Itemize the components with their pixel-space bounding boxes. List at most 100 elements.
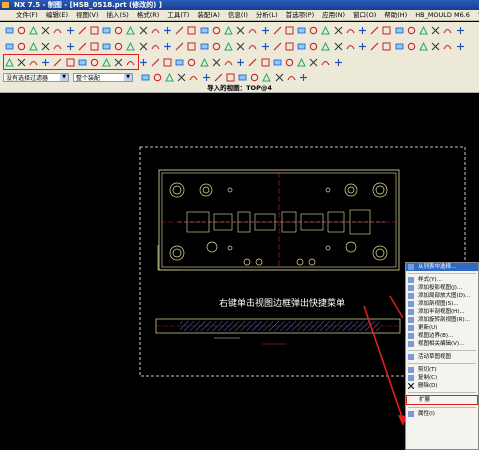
snap-point-icon[interactable] — [177, 73, 186, 82]
toolbar-tool-icon[interactable] — [78, 42, 87, 51]
toolbar-tool-icon[interactable] — [261, 42, 270, 51]
menu-item[interactable]: 工具(T) — [163, 10, 193, 21]
snap-point-icon[interactable] — [238, 73, 247, 82]
menu-item[interactable]: 窗口(O) — [349, 10, 380, 21]
toolbar-tool-icon[interactable] — [66, 42, 75, 51]
toolbar-tool-icon[interactable] — [224, 58, 233, 67]
toolbar-tool-icon[interactable] — [5, 42, 14, 51]
context-menu-item[interactable]: 视图相关编辑(V)... — [406, 340, 478, 348]
snap-point-icon[interactable] — [299, 73, 308, 82]
toolbar-tool-icon[interactable] — [382, 42, 391, 51]
toolbar-tool-icon[interactable] — [334, 58, 343, 67]
toolbar-tool-icon[interactable] — [261, 58, 270, 67]
toolbar-tool-icon[interactable] — [297, 58, 306, 67]
toolbar-tool-icon[interactable] — [358, 26, 367, 35]
toolbar-tool-icon[interactable] — [309, 26, 318, 35]
toolbar-tool-icon[interactable] — [41, 26, 50, 35]
toolbar-tool-icon[interactable] — [273, 26, 282, 35]
toolbar-tool-icon[interactable] — [151, 58, 160, 67]
toolbar-tool-icon[interactable] — [126, 41, 136, 51]
toolbar-tool-icon[interactable] — [309, 42, 318, 51]
toolbar-tool-icon[interactable] — [273, 58, 282, 67]
toolbar-tool-icon[interactable] — [309, 58, 318, 67]
snap-point-icon[interactable] — [226, 73, 235, 82]
menu-item[interactable]: 应用(N) — [318, 10, 349, 21]
snap-point-icon[interactable] — [262, 73, 272, 82]
assembly-select[interactable]: 整个装配 ▼ — [73, 73, 133, 82]
menu-item[interactable]: 插入(S) — [103, 10, 133, 21]
menu-item[interactable]: 装配(A) — [193, 10, 224, 21]
context-menu-item[interactable]: 视图边界(B)... — [406, 332, 478, 340]
toolbar-tool-icon[interactable] — [431, 42, 440, 51]
toolbar-tool-icon[interactable] — [297, 42, 306, 51]
context-menu-item[interactable]: 添加局部放大图(D)... — [406, 292, 478, 300]
menu-item[interactable]: 文件(F) — [12, 10, 42, 21]
toolbar-tool-icon[interactable] — [395, 26, 404, 35]
context-menu-item[interactable]: 从列表中选择... — [406, 263, 478, 271]
toolbar-tool-icon[interactable] — [175, 26, 184, 35]
filter-select[interactable]: 没有选择过滤器 ▼ — [3, 73, 69, 82]
toolbar-tool-icon[interactable] — [407, 42, 416, 51]
toolbar-tool-icon[interactable] — [102, 26, 111, 35]
menu-item[interactable]: YSUC — [474, 10, 479, 21]
menu-item[interactable]: 帮助(H) — [380, 10, 411, 21]
toolbar-tool-icon[interactable] — [285, 26, 294, 35]
toolbar-tool-icon[interactable] — [248, 58, 257, 67]
toolbar-tool-icon[interactable] — [334, 42, 343, 51]
context-menu-item[interactable]: 添加旋转剖视图(R)... — [406, 316, 478, 324]
snap-point-icon[interactable] — [153, 73, 162, 82]
toolbar-tool-icon[interactable] — [370, 42, 379, 51]
toolbar-tool-icon[interactable] — [334, 26, 343, 35]
menu-item[interactable]: 信息(I) — [224, 10, 252, 21]
toolbar-tool-icon[interactable] — [321, 41, 331, 51]
toolbar-tool-icon[interactable] — [395, 42, 404, 51]
toolbar-tool-icon[interactable] — [17, 26, 26, 35]
toolbar-tool-icon[interactable] — [90, 26, 99, 35]
toolbar-tool-icon[interactable] — [370, 26, 379, 35]
toolbar-tool-icon[interactable] — [273, 42, 282, 51]
toolbar-tool-icon[interactable] — [199, 58, 209, 67]
toolbar-tool-icon[interactable] — [224, 41, 233, 51]
context-menu-item[interactable]: 样式(Y)... — [406, 276, 478, 284]
toolbar-tool-icon[interactable] — [187, 58, 196, 67]
toolbar-tool-icon[interactable] — [200, 26, 209, 35]
toolbar-tool-icon[interactable] — [53, 26, 62, 35]
snap-point-icon[interactable] — [165, 73, 174, 82]
snap-point-icon[interactable] — [214, 73, 223, 82]
toolbar-tool-icon[interactable] — [212, 26, 221, 35]
context-menu-item[interactable]: 活动草图视图 — [406, 353, 478, 361]
toolbar-tool-icon[interactable] — [41, 42, 50, 51]
menu-item[interactable]: 视图(V) — [72, 10, 103, 21]
toolbar-tool-icon[interactable] — [187, 26, 196, 35]
context-menu-item[interactable]: 添加剖视图(S)... — [406, 300, 478, 308]
toolbar-tool-icon[interactable] — [321, 25, 331, 35]
toolbar-tool-icon[interactable] — [175, 42, 184, 51]
toolbar-tool-icon[interactable] — [261, 26, 270, 35]
toolbar-tool-icon[interactable] — [419, 25, 428, 35]
toolbar-tool-icon[interactable] — [200, 42, 209, 51]
menu-item[interactable]: 格式(R) — [133, 10, 164, 21]
toolbar-tool-icon[interactable] — [443, 42, 452, 51]
toolbar-tool-icon[interactable] — [139, 58, 148, 67]
context-menu-item[interactable]: 更新(U) — [406, 324, 478, 332]
toolbar-tool-icon[interactable] — [297, 26, 306, 35]
toolbar-tool-icon[interactable] — [163, 42, 172, 51]
context-menu-item[interactable]: 扩展 — [406, 395, 478, 405]
toolbar-tool-icon[interactable] — [53, 42, 62, 51]
snap-point-icon[interactable] — [250, 73, 259, 82]
toolbar-tool-icon[interactable] — [102, 42, 111, 51]
toolbar-tool-icon[interactable] — [212, 42, 221, 51]
toolbar-tool-icon[interactable] — [151, 26, 160, 35]
toolbar-tool-icon[interactable] — [163, 58, 172, 67]
context-menu-item[interactable]: 添加投影视图(J)... — [406, 284, 478, 292]
toolbar-tool-icon[interactable] — [29, 41, 38, 51]
toolbar-tool-icon[interactable] — [321, 58, 330, 67]
toolbar-tool-icon[interactable] — [5, 26, 14, 35]
toolbar-tool-icon[interactable] — [431, 26, 440, 35]
toolbar-tool-icon[interactable] — [114, 42, 123, 51]
snap-point-icon[interactable] — [287, 73, 296, 82]
toolbar-tool-icon[interactable] — [285, 58, 294, 67]
toolbar-tool-icon[interactable] — [407, 26, 416, 35]
toolbar-tool-icon[interactable] — [17, 42, 26, 51]
toolbar-tool-icon[interactable] — [163, 26, 172, 35]
